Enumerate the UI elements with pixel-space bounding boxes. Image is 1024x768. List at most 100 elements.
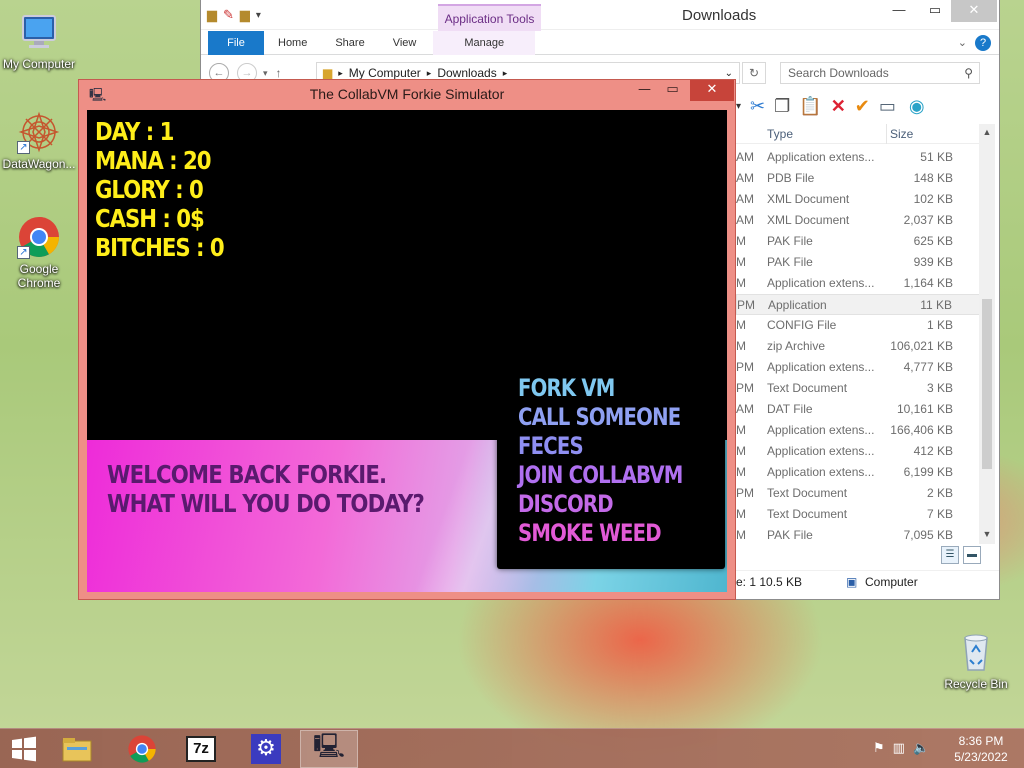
file-row[interactable]: AM XML Document 2,037 KB: [736, 210, 981, 231]
taskbar-7zip[interactable]: 7z: [172, 730, 230, 768]
action-center-flag-icon[interactable]: ⚑: [873, 741, 885, 756]
desktop-icon-google-chrome[interactable]: ↗ Google Chrome: [0, 215, 78, 290]
dropdown-icon[interactable]: ▾: [736, 101, 741, 112]
forkie-simulator-window[interactable]: 🖳 The CollabVM Forkie Simulator — ▭ ✕ DA…: [78, 79, 736, 600]
file-date-fragment: M: [736, 528, 746, 542]
status-selection: e: 1 10.5 KB: [736, 575, 803, 589]
file-row[interactable]: M Text Document 7 KB: [736, 504, 981, 525]
desktop-icon-datawagon[interactable]: ↗ DataWagon...: [0, 110, 78, 171]
close-button[interactable]: ✕: [951, 0, 997, 22]
file-row[interactable]: M PAK File 7,095 KB: [736, 525, 981, 546]
vertical-scrollbar[interactable]: ▲ ▼: [979, 124, 995, 544]
taskbar-settings[interactable]: ⚙: [237, 730, 295, 768]
checkmark-icon[interactable]: ✔: [855, 96, 870, 117]
desktop-icon-my-computer[interactable]: My Computer: [0, 10, 78, 71]
volume-muted-icon[interactable]: 🔈: [913, 741, 929, 756]
details-view-icon[interactable]: ☰: [941, 546, 959, 564]
action-menu: FORK VM CALL SOMEONE FECES JOIN COLLABVM DIS…: [497, 355, 725, 569]
taskbar-forkie-simulator[interactable]: 🖳: [300, 730, 358, 768]
file-row[interactable]: M Application extens... 166,406 KB: [736, 420, 981, 441]
file-row[interactable]: M Application extens... 1,164 KB: [736, 273, 981, 294]
properties-icon[interactable]: ✎: [223, 7, 234, 23]
file-row[interactable]: M CONFIG File 1 KB: [736, 315, 981, 336]
dropdown-icon[interactable]: ▾: [256, 10, 261, 21]
maximize-button[interactable]: ▭: [659, 80, 686, 101]
up-button[interactable]: ↑: [276, 66, 282, 80]
taskbar-file-explorer[interactable]: [48, 730, 106, 768]
close-button[interactable]: ✕: [690, 80, 734, 101]
taskbar: 7z ⚙ 🖳 ⚑ ▥ 🔈 8:36 PM 5/23/2022: [0, 728, 1024, 768]
rename-icon[interactable]: ▭: [879, 96, 896, 117]
tab-file[interactable]: File: [208, 30, 264, 55]
address-dropdown-icon[interactable]: ⌄: [725, 68, 733, 79]
file-date-fragment: M: [736, 507, 746, 521]
taskbar-chrome[interactable]: [113, 730, 171, 768]
search-input[interactable]: Search Downloads ⚲: [780, 62, 980, 84]
file-row[interactable]: Mzip Archive 106,021 KB: [736, 336, 981, 357]
desktop-icon-recycle-bin[interactable]: Recycle Bin: [937, 630, 1015, 691]
maximize-button[interactable]: ▭: [920, 0, 950, 22]
menu-item-call-someone[interactable]: CALL SOMEONE: [518, 403, 681, 431]
recent-locations-icon[interactable]: ▾: [263, 68, 268, 79]
breadcrumb-my-computer[interactable]: My Computer: [349, 66, 421, 80]
stat-line: CASH : 0$: [95, 204, 205, 233]
tab-home[interactable]: Home: [264, 31, 321, 55]
clock[interactable]: 8:36 PM 5/23/2022: [946, 733, 1016, 765]
scroll-thumb[interactable]: [982, 299, 992, 469]
ribbon-expand-icon[interactable]: ⌄: [958, 36, 967, 49]
file-row[interactable]: PM Text Document 2 KB: [736, 483, 981, 504]
start-button[interactable]: [0, 730, 48, 768]
application-tools-tab[interactable]: Application Tools: [438, 4, 541, 31]
copy-icon[interactable]: ❐: [774, 96, 790, 117]
column-size[interactable]: Size: [886, 123, 913, 144]
shortcut-arrow-icon: ↗: [17, 141, 30, 154]
column-type[interactable]: Type: [767, 127, 793, 141]
menu-item-smoke-weed[interactable]: SMOKE WEED: [518, 519, 662, 547]
breadcrumb-downloads[interactable]: Downloads: [437, 66, 496, 80]
explorer-titlebar[interactable]: ▆ ✎ ▆ ▾ Application Tools Downloads — ▭ …: [201, 0, 999, 31]
file-date-fragment: PM: [736, 381, 754, 395]
tab-view[interactable]: View: [379, 31, 431, 55]
network-icon[interactable]: ▥: [893, 741, 905, 756]
help-icon[interactable]: ?: [975, 34, 991, 51]
file-row[interactable]: AM PDB File 148 KB: [736, 168, 981, 189]
file-row[interactable]: AM XML Document 102 KB: [736, 189, 981, 210]
menu-item-join-collabvm[interactable]: JOIN COLLABVM: [518, 461, 683, 489]
file-row[interactable]: M Application extens... 6,199 KB: [736, 462, 981, 483]
tiles-view-icon[interactable]: ▬: [963, 546, 981, 564]
file-date-fragment: AM: [736, 192, 754, 206]
forkie-titlebar[interactable]: 🖳 The CollabVM Forkie Simulator — ▭ ✕: [79, 80, 735, 110]
file-row[interactable]: PM Application 11 KB: [736, 294, 981, 315]
file-row[interactable]: M Application extens... 412 KB: [736, 441, 981, 462]
7zip-icon: 7z: [186, 736, 216, 762]
stat-line: MANA : 20: [95, 146, 212, 175]
paste-icon[interactable]: 📋: [799, 96, 821, 117]
delete-icon[interactable]: ✕: [831, 96, 846, 117]
menu-item-feces[interactable]: FECES: [518, 432, 584, 460]
file-type: CONFIG File: [767, 318, 837, 332]
file-row[interactable]: PM Application extens... 4,777 KB: [736, 357, 981, 378]
minimize-button[interactable]: —: [631, 80, 658, 101]
file-row[interactable]: PM Text Document 3 KB: [736, 378, 981, 399]
file-row[interactable]: M PAK File 939 KB: [736, 252, 981, 273]
scroll-up-icon[interactable]: ▲: [979, 127, 995, 137]
monitor-icon: [17, 10, 61, 54]
menu-item-fork-vm[interactable]: FORK VM: [518, 374, 615, 402]
cut-icon[interactable]: ✂: [750, 96, 765, 117]
new-folder-icon[interactable]: ▆: [240, 7, 250, 23]
file-row[interactable]: AM Application extens... 51 KB: [736, 147, 981, 168]
file-size: 106,021 KB: [890, 339, 953, 353]
file-row[interactable]: AM DAT File 10,161 KB: [736, 399, 981, 420]
scroll-down-icon[interactable]: ▼: [979, 529, 995, 539]
refresh-button[interactable]: ↻: [742, 62, 766, 84]
tab-share[interactable]: Share: [321, 31, 378, 55]
file-date-fragment: AM: [736, 213, 754, 227]
menu-item-discord[interactable]: DISCORD: [518, 490, 614, 518]
globe-icon[interactable]: ◉: [909, 96, 925, 117]
tab-manage[interactable]: Manage: [433, 30, 536, 55]
file-size: 10,161 KB: [896, 402, 953, 416]
folder-icon[interactable]: ▆: [207, 7, 217, 23]
game-canvas[interactable]: DAY : 1 MANA : 20 GLORY : 0 CASH : 0$ BITCHE…: [87, 110, 727, 592]
minimize-button[interactable]: —: [884, 0, 914, 22]
file-row[interactable]: M PAK File 625 KB: [736, 231, 981, 252]
